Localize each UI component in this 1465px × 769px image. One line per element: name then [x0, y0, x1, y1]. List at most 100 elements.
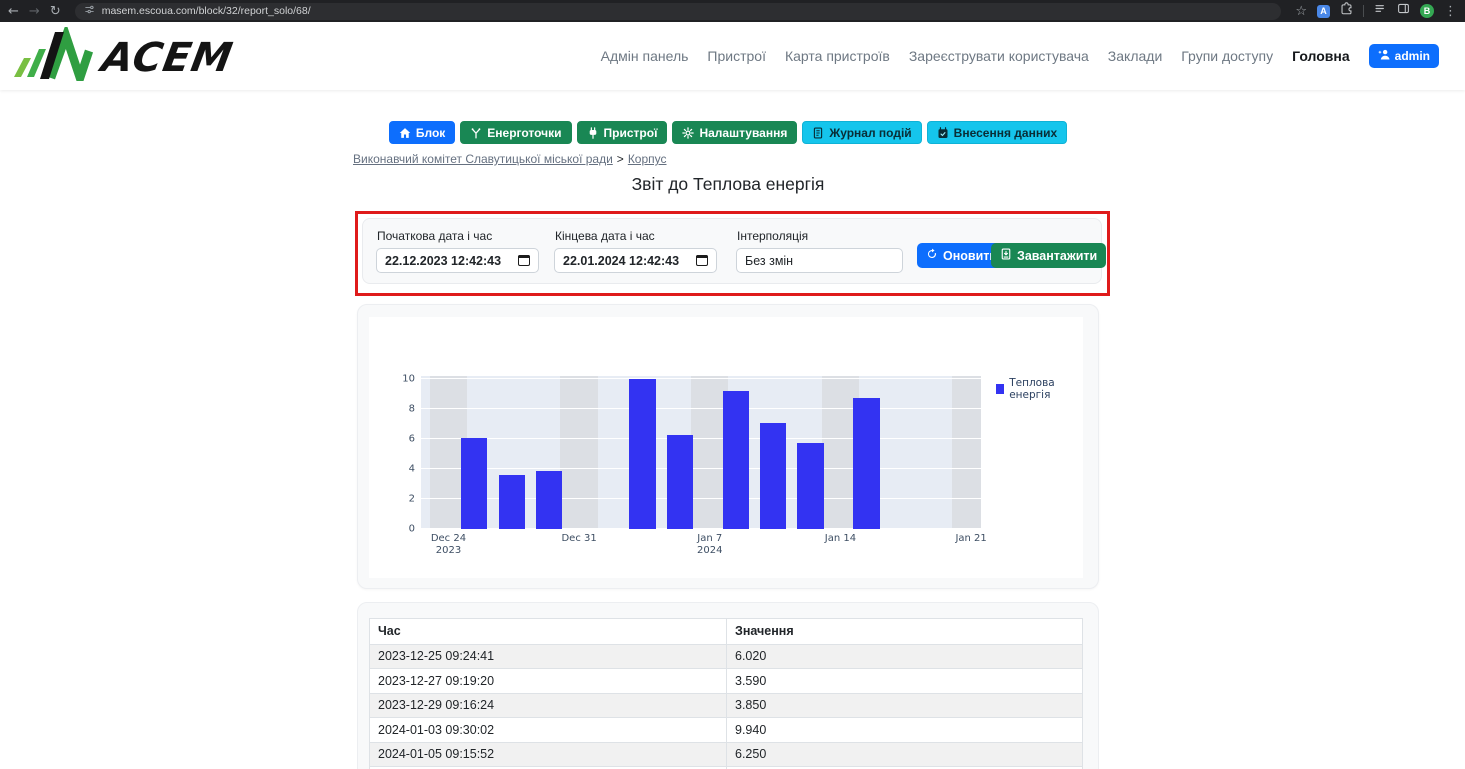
table-header-row: Час Значення: [370, 619, 1082, 644]
weekend-band: [560, 376, 597, 529]
gear-icon: [682, 127, 694, 139]
nav-item-3[interactable]: Карта пристроїв: [785, 48, 890, 64]
cell-time: 2024-01-05 09:15:52: [370, 743, 726, 767]
gridline: [421, 408, 981, 409]
forward-icon[interactable]: →: [29, 5, 40, 18]
breadcrumb-link-organization[interactable]: Виконавчий комітет Славутицької міської …: [353, 152, 613, 166]
toolbar-button-label: Внесення данних: [954, 126, 1057, 140]
x-tick-label: Jan 14: [825, 533, 856, 545]
chart-plot-area: 0246810Dec 242023Dec 31Jan 72024Jan 14Ja…: [421, 376, 981, 529]
table-body: 2023-12-25 09:24:416.0202023-12-27 09:19…: [370, 644, 1082, 767]
reading-list-icon[interactable]: [1374, 2, 1387, 20]
nav-item-6[interactable]: Групи доступу: [1181, 48, 1273, 64]
y-tick-label: 4: [409, 463, 415, 474]
table-row: 2024-01-03 09:30:029.940: [370, 717, 1082, 742]
plug-icon: [587, 127, 599, 139]
toolbar-button-journal[interactable]: Журнал подій: [802, 121, 921, 144]
browser-profile-avatar[interactable]: B: [1420, 4, 1434, 18]
nav-item-5[interactable]: Заклади: [1108, 48, 1162, 64]
admin-button-label: admin: [1395, 49, 1430, 63]
block-toolbar: Блок Енерготочки Пристрої Налаштування Журна…: [357, 121, 1099, 144]
y-tick-label: 8: [409, 403, 415, 414]
address-bar[interactable]: masem.escoua.com/block/32/report_solo/68…: [75, 3, 1282, 20]
interpolation-input-wrap: [736, 248, 903, 273]
x-tick-label: Dec 31: [561, 533, 596, 545]
toolbar-button-branch[interactable]: Енерготочки: [460, 121, 571, 144]
nav-item-7[interactable]: Головна: [1292, 48, 1350, 64]
end-datetime-input[interactable]: 22.01.2024 12:42:43: [554, 248, 717, 273]
logo[interactable]: ACEM: [10, 27, 240, 86]
browser-menu-icon[interactable]: ⋮: [1444, 5, 1457, 18]
bookmark-star-icon[interactable]: ☆: [1295, 5, 1307, 18]
url-text: masem.escoua.com/block/32/report_solo/68…: [102, 5, 311, 17]
side-panel-icon[interactable]: [1397, 2, 1410, 20]
page-title: Звіт до Теплова енергія: [357, 174, 1099, 195]
chart-bar: [667, 435, 693, 529]
back-icon[interactable]: ←: [8, 5, 19, 18]
toolbar-button-label: Журнал подій: [829, 126, 911, 140]
admin-button[interactable]: admin: [1369, 44, 1439, 68]
translate-icon[interactable]: A: [1317, 5, 1330, 18]
toolbar-button-label: Блок: [416, 126, 445, 140]
x-tick-label: Jan 72024: [697, 533, 722, 557]
chart-legend[interactable]: Теплова енергія: [996, 377, 1083, 401]
breadcrumb-separator: >: [617, 152, 624, 166]
chart-canvas: 0246810Dec 242023Dec 31Jan 72024Jan 14Ja…: [369, 317, 1083, 578]
chart-card: 0246810Dec 242023Dec 31Jan 72024Jan 14Ja…: [357, 304, 1099, 589]
refresh-icon: [926, 248, 938, 263]
interpolation-input[interactable]: [745, 254, 894, 268]
legend-label: Теплова енергія: [1009, 377, 1083, 401]
browser-actions: ☆ A B ⋮: [1295, 2, 1457, 20]
download-button[interactable]: Завантажити: [991, 243, 1106, 268]
calendar-picker-icon[interactable]: [696, 255, 708, 266]
weekend-band: [952, 376, 981, 529]
x-tick-label: Dec 242023: [431, 533, 466, 557]
breadcrumb: Виконавчий комітет Славутицької міської …: [353, 152, 667, 166]
chart-bar: [461, 438, 487, 529]
cell-value: 3.590: [726, 669, 1082, 693]
download-button-label: Завантажити: [1017, 249, 1097, 263]
toolbar-button-gear[interactable]: Налаштування: [672, 121, 797, 144]
reload-icon[interactable]: ↻: [50, 5, 61, 18]
toolbar-button-house[interactable]: Блок: [389, 121, 455, 144]
gridline: [421, 438, 981, 439]
cell-value: 9.940: [726, 718, 1082, 742]
cell-value: 3.850: [726, 694, 1082, 718]
cell-value: 6.250: [726, 743, 1082, 767]
start-datetime-input[interactable]: 22.12.2023 12:42:43: [376, 248, 539, 273]
browser-toolbar: ← → ↻ masem.escoua.com/block/32/report_s…: [0, 0, 1465, 22]
nav-item-1[interactable]: Адмін панель: [601, 48, 689, 64]
cell-time: 2024-01-03 09:30:02: [370, 718, 726, 742]
chart-bar: [853, 398, 879, 529]
site-settings-icon[interactable]: [84, 2, 95, 20]
nav-item-4[interactable]: Зареєструвати користувача: [909, 48, 1089, 64]
x-tick-label: Jan 21: [955, 533, 986, 545]
toolbar-button-plug[interactable]: Пристрої: [577, 121, 668, 144]
filter-panel: Початкова дата і час 22.12.2023 12:42:43…: [362, 218, 1102, 284]
interpolation-label: Інтерполяція: [737, 229, 808, 243]
table-row: 2023-12-25 09:24:416.020: [370, 644, 1082, 669]
chart-bar: [760, 423, 786, 529]
calendar-picker-icon[interactable]: [518, 255, 530, 266]
chart-bar: [797, 443, 823, 529]
breadcrumb-link-building[interactable]: Корпус: [628, 152, 667, 166]
toolbar-button-calendar[interactable]: Внесення данних: [927, 121, 1067, 144]
table-header-time: Час: [370, 619, 726, 644]
chart-bar: [723, 391, 749, 529]
end-datetime-value: 22.01.2024 12:42:43: [563, 254, 679, 268]
start-datetime-label: Початкова дата і час: [377, 229, 492, 243]
legend-swatch: [996, 384, 1004, 394]
cell-value: 6.020: [726, 645, 1082, 669]
table-row: 2024-01-05 09:15:526.250: [370, 742, 1082, 767]
nav-item-2[interactable]: Пристрої: [707, 48, 766, 64]
calendar-icon: [937, 127, 949, 139]
journal-icon: [812, 127, 824, 139]
y-tick-label: 10: [402, 373, 415, 384]
logo-text: ACEM: [95, 34, 236, 81]
gridline: [421, 378, 981, 379]
table-row: 2023-12-27 09:19:203.590: [370, 668, 1082, 693]
table-card: Час Значення 2023-12-25 09:24:416.020202…: [357, 602, 1099, 769]
values-table: Час Значення 2023-12-25 09:24:416.020202…: [369, 618, 1083, 769]
extensions-icon[interactable]: [1340, 2, 1353, 20]
toolbar-button-label: Пристрої: [604, 126, 658, 140]
